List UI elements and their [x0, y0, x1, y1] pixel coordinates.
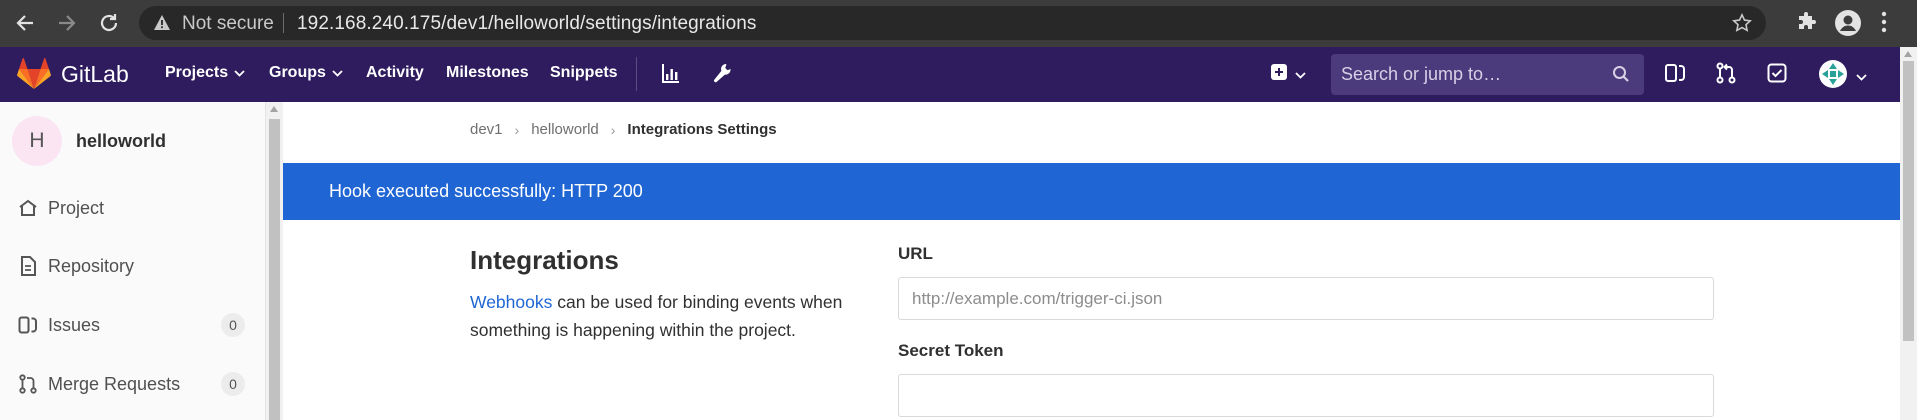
nav-milestones-label: Milestones [446, 64, 529, 81]
sidebar-item-merge-requests[interactable]: Merge Requests 0 [17, 369, 245, 399]
security-label[interactable]: Not secure [182, 13, 274, 35]
sidebar-project-header[interactable]: H helloworld [12, 116, 166, 166]
secret-token-input[interactable] [898, 374, 1714, 417]
address-bar[interactable]: Not secure 192.168.240.175/dev1/hellowor… [139, 6, 1766, 40]
sidebar-item-repository[interactable]: Repository [17, 251, 245, 281]
url-text[interactable]: 192.168.240.175/dev1/helloworld/settings… [297, 13, 757, 35]
chevron-down-icon [1856, 68, 1867, 86]
breadcrumb: dev1 › helloworld › Integrations Setting… [470, 121, 777, 138]
nav-groups-label: Groups [269, 64, 326, 81]
profile-avatar-icon[interactable] [1834, 9, 1862, 42]
chevron-down-icon [234, 64, 245, 82]
browser-menu-icon[interactable] [1881, 11, 1887, 38]
browser-toolbar: Not secure 192.168.240.175/dev1/hellowor… [0, 0, 1917, 47]
page-title: Integrations [470, 245, 619, 275]
reload-icon[interactable] [96, 10, 122, 36]
merge-requests-icon[interactable] [1715, 62, 1737, 89]
nav-groups[interactable]: Groups [269, 64, 343, 82]
project-avatar: H [12, 116, 62, 166]
sidebar-scrollbar[interactable] [266, 102, 283, 420]
page-scrollbar[interactable] [1900, 47, 1917, 420]
admin-wrench-icon[interactable] [712, 62, 732, 89]
document-icon [17, 255, 39, 277]
url-input[interactable] [898, 277, 1714, 320]
secret-token-label: Secret Token [898, 341, 1004, 360]
warning-icon[interactable] [153, 14, 171, 36]
extensions-puzzle-icon[interactable] [1795, 11, 1819, 40]
issues-count-badge: 0 [221, 313, 245, 337]
forward-icon[interactable] [54, 10, 80, 36]
sidebar-item-label: Merge Requests [48, 373, 181, 394]
todos-icon[interactable] [1766, 62, 1788, 89]
issues-icon [17, 314, 39, 336]
new-item-dropdown[interactable] [1270, 63, 1306, 86]
nav-projects[interactable]: Projects [165, 64, 245, 82]
project-name: helloworld [76, 130, 166, 151]
sidebar-item-issues[interactable]: Issues 0 [17, 310, 245, 340]
gitlab-brand[interactable]: GitLab [61, 61, 129, 88]
url-label: URL [898, 244, 933, 263]
merge-requests-count-badge: 0 [221, 372, 245, 396]
chevron-down-icon [332, 64, 343, 82]
nav-projects-label: Projects [165, 64, 229, 81]
nav-activity-label: Activity [366, 64, 424, 81]
scroll-up-arrow-icon[interactable] [270, 106, 278, 112]
issues-icon[interactable] [1664, 62, 1686, 89]
project-sidebar: H helloworld Project Repository Issues 0… [0, 102, 266, 420]
sidebar-scrollbar-thumb[interactable] [269, 119, 280, 420]
sidebar-item-label: Repository [48, 255, 135, 276]
nav-activity[interactable]: Activity [366, 64, 424, 82]
nav-snippets[interactable]: Snippets [550, 64, 618, 82]
user-menu[interactable] [1818, 59, 1867, 94]
search-input[interactable] [1341, 62, 1601, 86]
breadcrumb-item-project[interactable]: helloworld [531, 121, 599, 138]
section-description: Webhooks can be used for binding events … [470, 288, 870, 344]
global-search[interactable] [1331, 54, 1644, 95]
chevron-right-icon: › [514, 121, 520, 138]
nav-snippets-label: Snippets [550, 64, 618, 81]
gitlab-top-nav: GitLab Projects Groups Activity Mileston… [0, 47, 1900, 102]
search-icon[interactable] [1612, 65, 1630, 88]
webhooks-link[interactable]: Webhooks [470, 292, 552, 312]
page-scrollbar-thumb[interactable] [1903, 61, 1914, 341]
scroll-up-arrow-icon[interactable] [1904, 51, 1912, 57]
breadcrumb-current[interactable]: Integrations Settings [627, 121, 776, 138]
home-icon [17, 197, 39, 219]
nav-divider [636, 57, 637, 91]
merge-request-icon [17, 373, 39, 395]
flash-message: Hook executed successfully: HTTP 200 [329, 181, 643, 201]
analytics-chart-icon[interactable] [661, 62, 681, 89]
back-icon[interactable] [12, 10, 38, 36]
sidebar-item-project[interactable]: Project [17, 193, 245, 223]
gitlab-logo-icon[interactable] [17, 57, 51, 95]
user-avatar-icon [1818, 59, 1848, 94]
omnibox-divider [283, 13, 284, 33]
nav-milestones[interactable]: Milestones [446, 64, 529, 82]
sidebar-item-label: Issues [48, 314, 101, 335]
breadcrumb-item-group[interactable]: dev1 [470, 121, 503, 138]
chevron-right-icon: › [610, 121, 616, 138]
sidebar-item-label: Project [48, 197, 105, 218]
flash-notice: Hook executed successfully: HTTP 200 [283, 163, 1900, 220]
plus-square-icon [1270, 63, 1288, 86]
chevron-down-icon [1295, 66, 1306, 84]
bookmark-star-icon[interactable] [1731, 12, 1753, 38]
